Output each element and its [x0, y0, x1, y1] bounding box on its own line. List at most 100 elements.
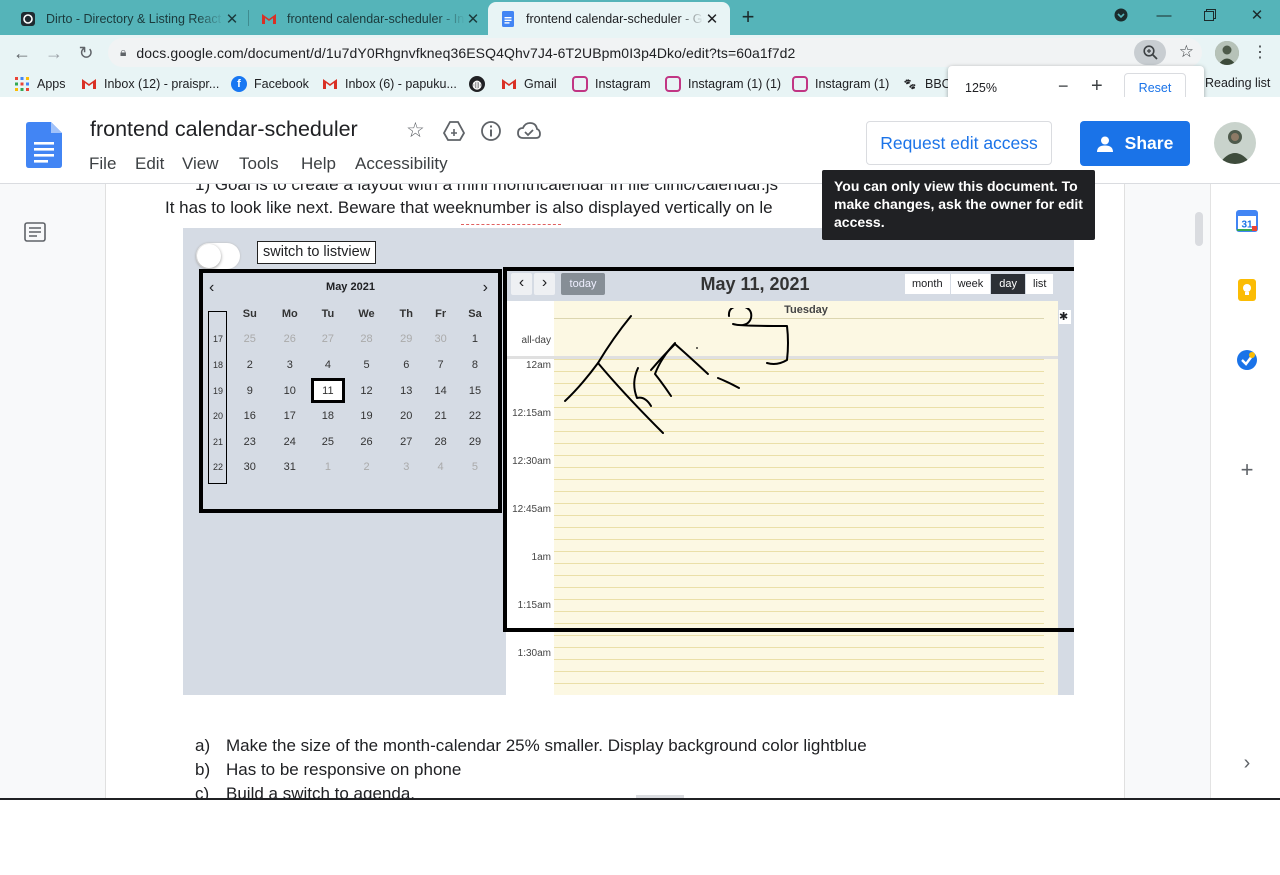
apps-grid-icon	[14, 76, 30, 92]
menu-accessibility[interactable]: Accessibility	[355, 154, 448, 174]
day-cell: 4	[324, 358, 331, 371]
bookmark-star-icon[interactable]: ☆	[1179, 42, 1194, 62]
close-tab-icon[interactable]: ✕	[704, 10, 720, 28]
day-cell: 18	[321, 410, 334, 423]
day-cell: 9	[246, 384, 253, 397]
back-icon[interactable]: ←	[8, 39, 36, 67]
doc-title[interactable]: frontend calendar-scheduler	[90, 117, 358, 142]
day-cell: 2	[363, 461, 370, 474]
day-cell: 24	[283, 435, 296, 448]
reload-icon[interactable]: ↻	[72, 39, 100, 67]
instagram-icon	[572, 76, 588, 92]
day-cell: 10	[283, 384, 296, 397]
bookmark-label: Inbox (12) - praispr...	[104, 77, 220, 91]
embedded-calendar-image[interactable]: switch to listview ‹ May 2021 › Su Mo Tu…	[183, 228, 1074, 695]
move-to-drive-icon[interactable]	[442, 121, 466, 146]
new-tab-button[interactable]: +	[736, 4, 760, 30]
forward-icon[interactable]: →	[40, 39, 68, 67]
tab-dirto[interactable]: Dirto - Directory & Listing React ✕	[8, 2, 250, 35]
bookmark-inbox-6[interactable]: Inbox (6) - papuku...	[322, 76, 457, 92]
bookmark-instagram-1[interactable]: Instagram (1)	[792, 76, 889, 92]
tab-google-docs[interactable]: frontend calendar-scheduler - Go ✕	[488, 2, 730, 35]
url-text: docs.google.com/document/d/1u7dY0Rhgnvfk…	[136, 44, 796, 61]
keep-icon[interactable]	[1235, 278, 1259, 302]
bookmark-gmail[interactable]: Gmail	[501, 76, 557, 92]
bookmark-globe[interactable]: ◍	[469, 76, 492, 92]
gmail-icon	[501, 76, 517, 92]
gmail-icon	[261, 11, 277, 27]
bookmark-label: Instagram (1) (1)	[688, 77, 782, 91]
calendar-icon[interactable]: 31	[1235, 209, 1259, 233]
bookmark-apps[interactable]: Apps	[14, 76, 66, 92]
gmail-icon	[322, 76, 338, 92]
view-only-tooltip: You can only view this document. To make…	[822, 170, 1095, 240]
week-number: 18	[212, 359, 223, 370]
menu-view[interactable]: View	[182, 154, 219, 174]
svg-text:31: 31	[1241, 220, 1253, 231]
bookmark-label: Gmail	[524, 77, 557, 91]
share-button[interactable]: Share	[1080, 121, 1190, 166]
info-icon[interactable]	[480, 120, 502, 147]
bookmark-instagram[interactable]: Instagram	[572, 76, 651, 92]
tab-gmail[interactable]: frontend calendar-scheduler - Inb ✕	[249, 2, 491, 35]
account-avatar[interactable]	[1214, 122, 1256, 164]
minimize-icon[interactable]: —	[1141, 0, 1187, 30]
body-line-2: It has to look like next. Beware that we…	[165, 198, 773, 217]
outline-icon[interactable]	[24, 222, 46, 247]
restore-icon[interactable]	[1187, 0, 1233, 30]
cloud-saved-icon[interactable]	[517, 122, 541, 145]
day-cell: 26	[360, 435, 373, 448]
day-cell: 27	[321, 333, 334, 346]
day-cell: 16	[243, 410, 256, 423]
bookmark-label: Facebook	[254, 77, 309, 91]
day-cell: 1	[324, 461, 331, 474]
bookmark-bbc[interactable]: 🐾︎ BBC	[902, 76, 951, 92]
share-label: Share	[1124, 133, 1174, 153]
zoom-icon[interactable]	[1134, 40, 1166, 65]
menu-help[interactable]: Help	[301, 154, 336, 174]
bookmark-inbox-12[interactable]: Inbox (12) - praispr...	[81, 76, 219, 92]
person-add-icon	[1096, 136, 1117, 152]
request-edit-access-button[interactable]: Request edit access	[866, 121, 1052, 165]
close-tab-icon[interactable]: ✕	[465, 10, 481, 28]
zoom-out-button[interactable]: −	[1058, 76, 1069, 97]
close-tab-icon[interactable]: ✕	[224, 10, 240, 28]
docs-logo-icon[interactable]	[26, 122, 62, 173]
day-cell: 25	[321, 435, 334, 448]
list-marker: b)	[195, 760, 211, 779]
chrome-menu-icon[interactable]: ⋮	[1252, 42, 1268, 62]
google-docs-icon	[500, 10, 516, 27]
day-cell: 23	[243, 435, 256, 448]
scrollbar-thumb[interactable]	[1195, 212, 1203, 246]
day-cell: 28	[434, 435, 447, 448]
menu-tools[interactable]: Tools	[239, 154, 279, 174]
facebook-icon: f	[231, 76, 247, 92]
mini-next-icon: ›	[482, 279, 488, 296]
globe-icon: ◍	[469, 76, 485, 92]
reading-list[interactable]: Reading list	[1205, 76, 1270, 90]
star-icon[interactable]: ☆	[406, 118, 425, 143]
collapse-panel-chevron-icon[interactable]: ›	[1235, 751, 1259, 775]
week-row: 18 2 3 4 5 6 7 8	[205, 352, 493, 378]
day-cell: 28	[360, 333, 373, 346]
day-cell: 2	[246, 358, 253, 371]
profile-avatar[interactable]	[1215, 41, 1239, 65]
day-cell: 21	[434, 410, 447, 423]
zoom-in-button[interactable]: +	[1091, 75, 1103, 98]
bookmark-facebook[interactable]: f Facebook	[231, 76, 309, 92]
day-cell: 19	[360, 410, 373, 423]
bookmark-instagram-1-1[interactable]: Instagram (1) (1)	[665, 76, 781, 92]
menu-file[interactable]: File	[89, 154, 116, 174]
day-cell: 27	[400, 435, 413, 448]
menu-edit[interactable]: Edit	[135, 154, 164, 174]
weekday-label: Su	[242, 307, 257, 320]
tasks-icon[interactable]	[1235, 348, 1259, 372]
list-marker: a)	[195, 736, 211, 755]
tab-search-icon[interactable]	[1098, 0, 1144, 30]
bookmark-label: Inbox (6) - papuku...	[345, 77, 457, 91]
week-row: 19 9 10 11 12 13 14 15	[205, 377, 493, 404]
address-bar[interactable]: 🔒︎ docs.google.com/document/d/1u7dY0Rhgn…	[108, 38, 1202, 67]
close-window-icon[interactable]: ✕	[1234, 0, 1280, 30]
add-addon-icon[interactable]: +	[1235, 457, 1259, 482]
day-cell: 8	[471, 358, 479, 371]
